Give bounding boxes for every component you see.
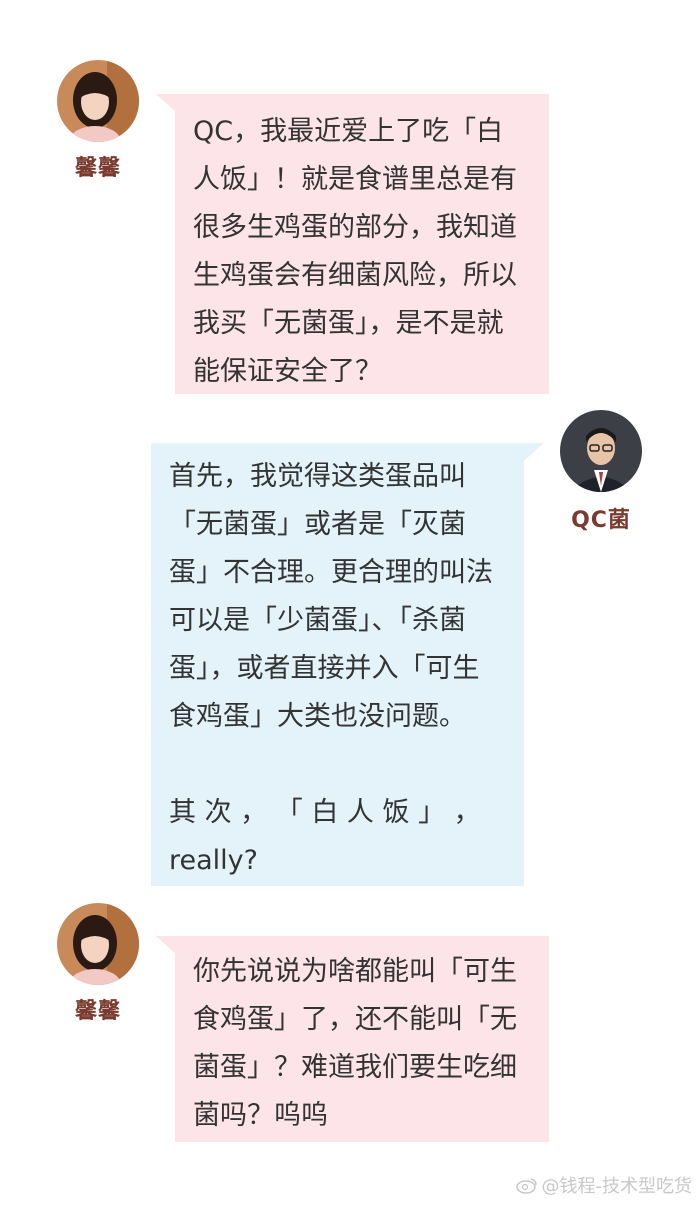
watermark: @钱程-技术型吃货	[515, 1172, 693, 1198]
message-line: 菌吗？呜呜	[193, 1100, 328, 1131]
bubble-tail	[156, 94, 176, 112]
message-line: 很多生鸡蛋的部分，我知道	[193, 212, 517, 243]
weibo-icon	[515, 1178, 537, 1194]
message-line: QC，我最近爱上了吃「白	[193, 116, 504, 147]
message-line: 能保证安全了？	[193, 356, 382, 387]
avatar-qc[interactable]	[560, 410, 642, 492]
message-line: 其 次 ， 「 白 人 饭 」 ，	[169, 797, 481, 828]
avatar-xinxin[interactable]	[57, 60, 139, 142]
message-line: 你先说说为啥都能叫「可生	[193, 956, 517, 987]
sender-name: 馨馨	[74, 156, 121, 181]
bubble-tail	[524, 443, 544, 461]
watermark-text: @钱程-技术型吃货	[541, 1176, 693, 1197]
message-line: 「无菌蛋」或者是「灭菌	[169, 509, 466, 540]
message-line: 食鸡蛋」了，还不能叫「无	[193, 1004, 517, 1035]
message-bubble: 你先说说为啥都能叫「可生 食鸡蛋」了，还不能叫「无 菌蛋」？难道我们要生吃细 菌…	[175, 936, 549, 1142]
man-avatar-icon	[560, 410, 642, 492]
message-bubble: QC，我最近爱上了吃「白 人饭」！就是食谱里总是有 很多生鸡蛋的部分，我知道 生…	[175, 94, 549, 394]
message-line: 蛋」，或者直接并入「可生	[169, 653, 480, 684]
message-line: 生鸡蛋会有细菌风险，所以	[193, 260, 517, 291]
message-line: 食鸡蛋」大类也没问题。	[169, 701, 466, 732]
woman-avatar-icon	[57, 903, 139, 985]
message-line: 我买「无菌蛋」，是不是就	[193, 308, 504, 339]
message-line: 人饭」！就是食谱里总是有	[193, 164, 517, 195]
message-line: really?	[169, 845, 258, 876]
sender-name: 馨馨	[74, 999, 121, 1024]
message-line: 首先，我觉得这类蛋品叫	[169, 461, 466, 492]
bubble-tail	[156, 936, 176, 954]
message-bubble: 首先，我觉得这类蛋品叫 「无菌蛋」或者是「灭菌 蛋」不合理。更合理的叫法 可以是…	[151, 443, 524, 886]
message-line: 蛋」不合理。更合理的叫法	[169, 557, 493, 588]
message-line: 可以是「少菌蛋」、「杀菌	[169, 605, 466, 636]
avatar-xinxin[interactable]	[57, 903, 139, 985]
sender-name: QC菌	[571, 508, 631, 533]
woman-avatar-icon	[57, 60, 139, 142]
message-line: 菌蛋」？难道我们要生吃细	[193, 1052, 517, 1083]
